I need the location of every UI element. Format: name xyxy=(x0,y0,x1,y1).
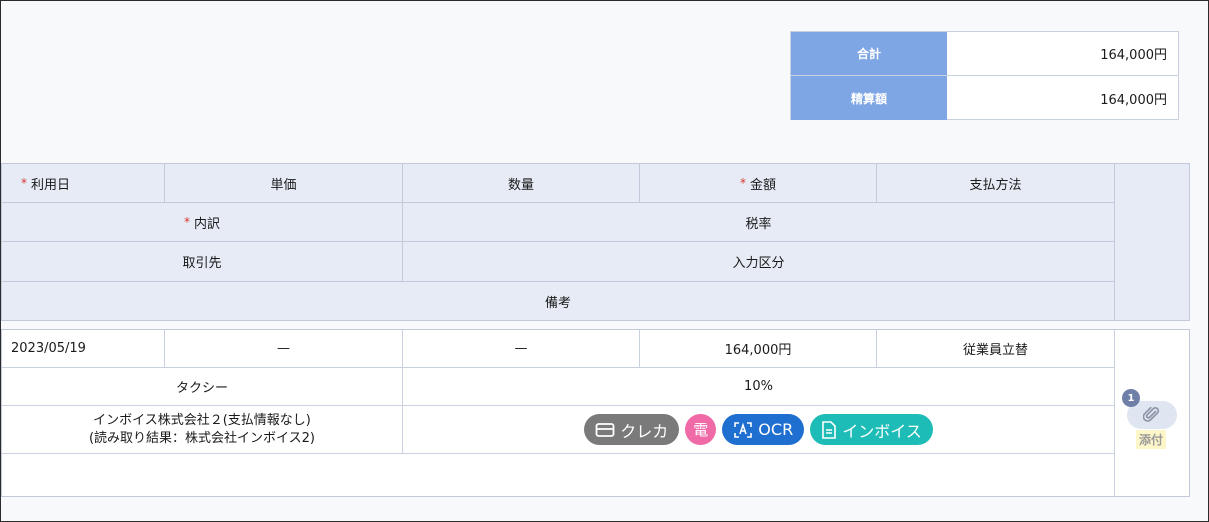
header-vendor: 取引先 xyxy=(2,242,403,282)
row-vendor-ocr-result: (読み取り結果：株式会社インボイス2) xyxy=(88,430,316,446)
settlement-label: 精算額 xyxy=(791,76,947,120)
settlement-row: 精算額 164,000円 xyxy=(791,76,1178,120)
row-input-type: クレカ 電 OCR インボイス xyxy=(403,406,1115,454)
ocr-label: OCR xyxy=(758,420,794,439)
header-payment-method: 支払方法 xyxy=(877,164,1115,203)
electronic-badge: 電 xyxy=(685,414,717,445)
row-vendor-name: インボイス株式会社２(支払情報なし) xyxy=(93,412,311,428)
header-quantity: 数量 xyxy=(403,164,640,203)
total-value: 164,000円 xyxy=(1100,48,1167,63)
total-label: 合計 xyxy=(791,32,947,75)
settlement-value: 164,000円 xyxy=(1100,92,1167,108)
input-type-badges: クレカ 電 OCR インボイス xyxy=(584,414,933,445)
attachment-label: 添付 xyxy=(1136,430,1167,449)
header-remarks: 備考 xyxy=(2,282,1115,320)
header-use-date-label: 利用日 xyxy=(31,177,71,193)
document-icon xyxy=(822,420,836,439)
invoice-badge: インボイス xyxy=(810,414,933,445)
ocr-scan-icon xyxy=(734,421,753,438)
header-tax-rate: 税率 xyxy=(403,203,1115,242)
row-use-date: 2023/05/19 xyxy=(2,330,165,368)
paperclip-icon xyxy=(1143,406,1160,422)
header-breakdown-label: 内訳 xyxy=(193,216,220,232)
credit-card-badge: クレカ xyxy=(584,414,680,445)
credit-card-icon xyxy=(595,422,615,437)
attachment-cell: 1 添付 xyxy=(1114,330,1187,496)
expense-detail-panel: 合計 164,000円 精算額 164,000円 * 利用日 単価 数量 * 金… xyxy=(0,0,1209,522)
header-breakdown: * 内訳 xyxy=(2,203,403,242)
ocr-badge: OCR xyxy=(722,414,805,445)
row-tax-rate: 10% xyxy=(403,368,1115,406)
expense-row[interactable]: 2023/05/19 — — 164,000円 従業員立替 タクシー 10% イ… xyxy=(1,329,1190,497)
header-input-type: 入力区分 xyxy=(403,242,1115,282)
header-unit-price: 単価 xyxy=(165,164,403,203)
header-amount-label: 金額 xyxy=(749,177,776,193)
row-amount: 164,000円 xyxy=(640,330,877,368)
total-row: 合計 164,000円 xyxy=(791,32,1178,76)
required-mark: * xyxy=(21,176,27,190)
header-amount: * 金額 xyxy=(640,164,877,203)
invoice-label: インボイス xyxy=(842,421,922,441)
attachment-count-badge: 1 xyxy=(1122,389,1140,407)
row-vendor: インボイス株式会社２(支払情報なし) (読み取り結果：株式会社インボイス2) xyxy=(2,406,403,454)
detail-table-header: * 利用日 単価 数量 * 金額 支払方法 * 内訳 税率 取引先 入力区分 備… xyxy=(1,163,1190,321)
row-payment-method: 従業員立替 xyxy=(877,330,1115,368)
row-breakdown: タクシー xyxy=(2,368,403,406)
credit-card-label: クレカ xyxy=(620,421,669,441)
row-quantity: — xyxy=(403,330,640,368)
header-attachment-column xyxy=(1114,164,1188,320)
row-remarks xyxy=(2,454,1115,496)
header-use-date: * 利用日 xyxy=(2,164,165,203)
row-unit-price: — xyxy=(165,330,403,368)
summary-table: 合計 164,000円 精算額 164,000円 xyxy=(790,31,1179,120)
required-mark: * xyxy=(739,176,746,190)
required-mark: * xyxy=(183,215,190,229)
